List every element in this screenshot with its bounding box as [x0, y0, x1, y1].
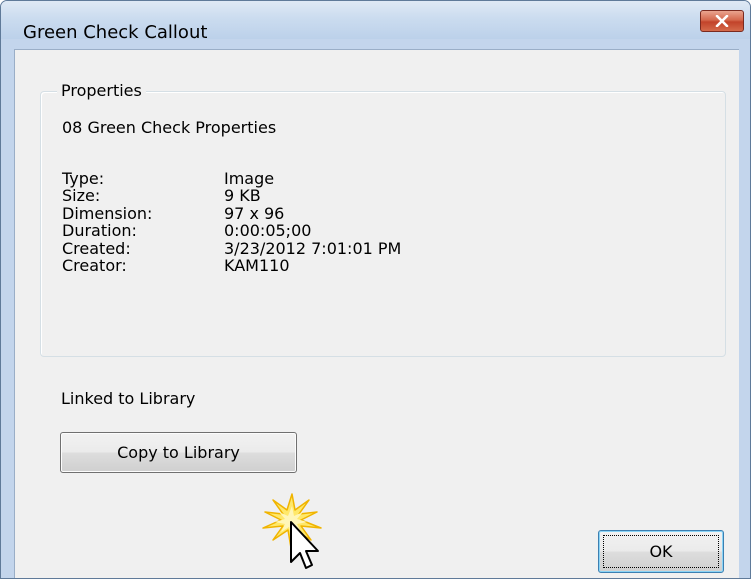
duration-value: 0:00:05;00	[224, 221, 312, 240]
type-label: Type:	[62, 169, 105, 188]
linked-to-library-label: Linked to Library	[61, 389, 196, 408]
title-bar[interactable]: Green Check Callout	[1, 1, 750, 43]
size-label: Size:	[62, 186, 101, 205]
created-value: 3/23/2012 7:01:01 PM	[224, 239, 402, 258]
copy-to-library-button[interactable]: Copy to Library	[60, 432, 297, 473]
creator-value: KAM110	[224, 256, 290, 275]
created-label: Created:	[62, 239, 131, 258]
ok-button-label: OK	[649, 542, 673, 561]
properties-group-label: Properties	[57, 81, 146, 100]
close-button[interactable]	[700, 10, 744, 32]
close-icon	[715, 15, 729, 27]
ok-button[interactable]: OK	[598, 530, 724, 573]
cursor-overlay	[259, 492, 329, 574]
size-value: 9 KB	[224, 186, 261, 205]
dialog-window: Green Check Callout Properties 08 Green …	[0, 0, 751, 579]
dialog-body: Properties 08 Green Check Properties Typ…	[14, 49, 739, 578]
type-value: Image	[224, 169, 275, 188]
dimension-label: Dimension:	[62, 204, 153, 223]
item-name: 08 Green Check Properties	[62, 118, 277, 137]
window-title: Green Check Callout	[23, 22, 208, 43]
duration-label: Duration:	[62, 221, 137, 240]
dimension-value: 97 x 96	[224, 204, 285, 223]
creator-label: Creator:	[62, 256, 127, 275]
